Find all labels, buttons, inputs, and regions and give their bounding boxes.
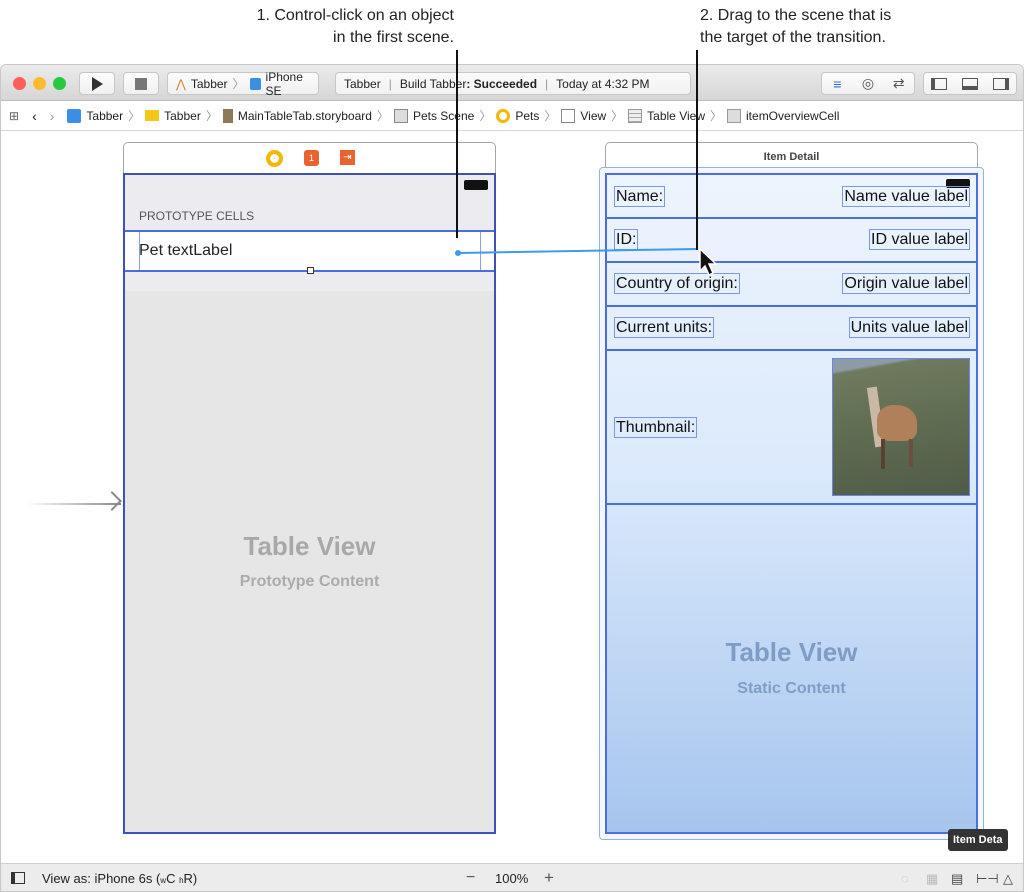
breadcrumb-cell[interactable]: itemOverviewCell [727, 108, 839, 123]
standard-editor-icon[interactable]: ≡ [822, 76, 853, 92]
connection-origin-dot [455, 250, 461, 256]
annotation-step1: 1. Control-click on an object in the fir… [257, 5, 454, 49]
project-icon [67, 108, 82, 123]
storyboard-icon [222, 108, 233, 123]
document-outline-toggle-icon[interactable] [11, 872, 25, 884]
annotation-leader-line [696, 50, 698, 250]
scheme-selector[interactable]: ⋀ Tabber 〉 iPhone SE [167, 69, 319, 98]
editor-mode-group: ≡ ◎ ⇄ [821, 72, 915, 95]
breadcrumb-project[interactable]: Tabber [67, 108, 123, 123]
utilities-toggle-icon[interactable] [985, 77, 1016, 90]
update-frames-icon[interactable]: ◌ [901, 871, 909, 886]
view-icon [561, 108, 576, 123]
breadcrumb-view[interactable]: View [561, 108, 606, 123]
xcode-window: ⋀ Tabber 〉 iPhone SE Tabber | Build Tabber:… [0, 64, 1024, 892]
breadcrumb-storyboard[interactable]: MainTableTab.storyboard [222, 108, 372, 123]
run-button[interactable] [79, 72, 115, 95]
align-icon[interactable]: ▤ [951, 871, 963, 887]
status-time: Today at 4:32 PM [556, 76, 650, 91]
related-items-icon[interactable]: ⊞ [9, 109, 19, 123]
navigator-toggle-icon[interactable] [924, 77, 955, 90]
annotation-line: in the first scene. [333, 29, 454, 46]
close-button[interactable] [13, 77, 26, 90]
forward-button[interactable]: › [50, 108, 55, 124]
scheme-name: Tabber [190, 76, 228, 91]
back-button[interactable]: ‹ [32, 108, 37, 124]
panel-toggle-group [923, 72, 1017, 95]
annotation-step2: 2. Drag to the scene that is the target … [700, 5, 891, 49]
toolbar: ⋀ Tabber 〉 iPhone SE Tabber | Build Tabber:… [1, 65, 1023, 101]
stop-icon [135, 77, 147, 90]
view-controller-icon [496, 108, 511, 123]
assistant-editor-icon[interactable]: ◎ [853, 75, 884, 92]
storyboard-canvas[interactable]: 1 ⇥ PROTOTYPE CELLS Pet textLabel Table … [1, 131, 1023, 863]
debug-toggle-icon[interactable] [955, 77, 986, 90]
resolve-issues-icon[interactable]: △ [1003, 871, 1013, 887]
play-icon [91, 76, 103, 91]
breadcrumb-scene[interactable]: Pets Scene [393, 108, 474, 123]
annotation-leader-line [456, 50, 458, 238]
device-name: iPhone SE [265, 69, 303, 98]
bottom-bar: View as: iPhone 6s (wC hR) − 100% + ◌ ▦ … [1, 863, 1023, 891]
annotation-line: 1. Control-click on an object [256, 7, 454, 24]
zoom-out-button[interactable]: − [466, 869, 475, 887]
activity-viewer: Tabber | Build Tabber: Succeeded | Today a… [335, 72, 691, 95]
folder-icon [145, 110, 160, 121]
pin-icon[interactable]: ⊢⊣ [976, 871, 999, 887]
connection-overlay [455, 247, 718, 277]
scene-icon [393, 108, 408, 123]
annotation-line: the target of the transition. [700, 29, 886, 46]
jump-bar: ⊞ ‹ › Tabber 〉 Tabber 〉 MainTableTab.story… [1, 101, 1023, 131]
breadcrumb-folder[interactable]: Tabber [145, 109, 201, 123]
zoom-in-button[interactable]: + [544, 868, 554, 888]
minimize-button[interactable] [33, 77, 46, 90]
status-app: Tabber [344, 76, 381, 91]
zoom-button[interactable] [53, 77, 66, 90]
cursor-arrow-icon [699, 247, 718, 277]
status-build: Build Tabber: Succeeded [399, 76, 538, 91]
table-cell-icon [727, 108, 742, 123]
app-icon: ⋀ [176, 76, 186, 91]
stop-button[interactable] [123, 72, 159, 95]
version-editor-icon[interactable]: ⇄ [883, 75, 914, 92]
embed-in-stack-icon[interactable]: ▦ [926, 871, 938, 887]
iphone-icon [249, 77, 261, 90]
breadcrumb-controller[interactable]: Pets [496, 108, 539, 123]
breadcrumb-table-view[interactable]: Table View [628, 108, 705, 123]
connection-line [457, 248, 699, 254]
view-as-device[interactable]: View as: iPhone 6s (wC hR) [42, 871, 197, 886]
annotation-line: 2. Drag to the scene that is [700, 7, 892, 24]
table-view-icon [628, 108, 643, 123]
zoom-level: 100% [495, 871, 529, 886]
